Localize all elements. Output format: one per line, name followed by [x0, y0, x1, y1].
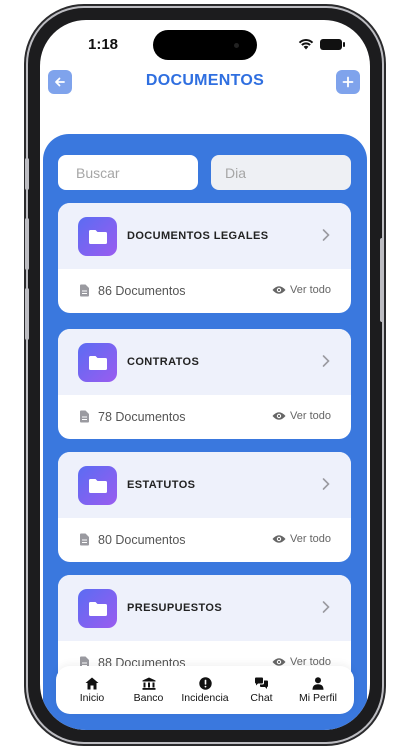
tab-incidencia[interactable]: Incidencia — [179, 676, 231, 704]
add-button[interactable] — [336, 70, 360, 94]
category-title: ESTATUTOS — [127, 479, 196, 491]
page-title: DOCUMENTOS — [145, 72, 265, 89]
alert-icon — [198, 676, 212, 690]
tab-label: Chat — [250, 691, 273, 704]
category-title: CONTRATOS — [127, 356, 200, 368]
eye-icon — [272, 286, 286, 294]
view-all-label: Ver todo — [290, 410, 331, 422]
power-button — [380, 238, 384, 322]
view-all-label: Ver todo — [290, 284, 331, 296]
category-card-legales[interactable]: DOCUMENTOS LEGALES 86 Documentos Ver tod… — [58, 203, 351, 313]
action-button — [25, 158, 29, 190]
status-icons — [298, 38, 345, 50]
search-input[interactable] — [58, 155, 198, 190]
document-icon — [80, 284, 89, 297]
category-card-estatutos[interactable]: ESTATUTOS 80 Documentos Ver todo — [58, 452, 351, 562]
document-icon — [80, 533, 89, 546]
eye-icon — [272, 412, 286, 420]
tab-inicio[interactable]: Inicio — [66, 677, 118, 704]
folder-icon — [78, 343, 117, 382]
dynamic-island — [153, 30, 257, 60]
tab-label: Inicio — [79, 691, 105, 704]
document-icon — [80, 410, 89, 423]
document-count: 78 Documentos — [98, 410, 186, 424]
folder-icon — [78, 217, 117, 256]
tab-label: Banco — [133, 691, 164, 704]
view-all-link[interactable]: Ver todo — [272, 533, 331, 545]
bank-icon — [142, 677, 155, 690]
chevron-right-icon[interactable] — [321, 600, 331, 614]
battery-icon — [320, 38, 345, 50]
app-screen: 1:18 DOCUMENTOS DOCUMENTOS LEGALES — [40, 20, 370, 730]
chevron-right-icon[interactable] — [321, 477, 331, 491]
document-count: 86 Documentos — [98, 284, 186, 298]
status-time: 1:18 — [88, 36, 119, 53]
tab-label: Mi Perfil — [299, 691, 337, 704]
home-icon — [85, 677, 99, 689]
user-icon — [312, 676, 324, 690]
plus-icon — [342, 76, 354, 88]
chevron-right-icon[interactable] — [321, 354, 331, 368]
view-all-link[interactable]: Ver todo — [272, 410, 331, 422]
volume-down-button — [25, 288, 29, 340]
day-filter-input[interactable] — [211, 155, 351, 190]
view-all-label: Ver todo — [290, 533, 331, 545]
wifi-icon — [298, 39, 314, 50]
category-title: PRESUPUESTOS — [127, 602, 223, 614]
category-card-contratos[interactable]: CONTRATOS 78 Documentos Ver todo — [58, 329, 351, 439]
category-title: DOCUMENTOS LEGALES — [127, 230, 269, 242]
bottom-tab-bar: Inicio Banco Incidencia Chat Mi Perfil — [56, 666, 354, 714]
chevron-right-icon[interactable] — [321, 228, 331, 242]
folder-icon — [78, 589, 117, 628]
tab-label: Incidencia — [181, 691, 229, 704]
tab-banco[interactable]: Banco — [123, 677, 175, 704]
tab-mi-perfil[interactable]: Mi Perfil — [292, 676, 344, 704]
tab-chat[interactable]: Chat — [236, 677, 288, 704]
chat-icon — [255, 677, 268, 689]
folder-icon — [78, 466, 117, 505]
eye-icon — [272, 535, 286, 543]
view-all-link[interactable]: Ver todo — [272, 284, 331, 296]
volume-up-button — [25, 218, 29, 270]
document-count: 80 Documentos — [98, 533, 186, 547]
